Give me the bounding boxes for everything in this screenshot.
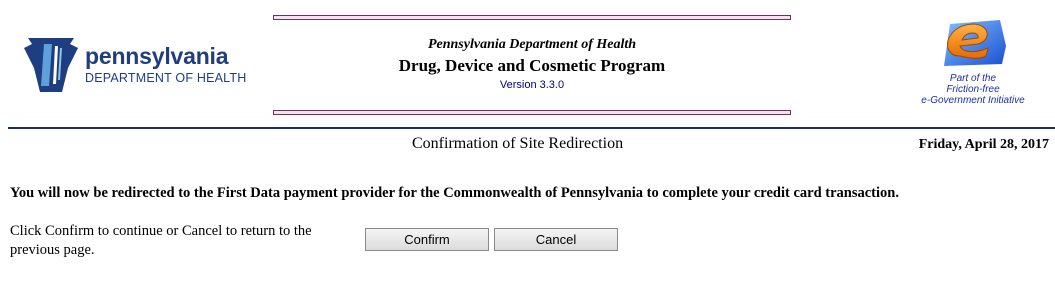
egov-caption: Part of the Friction-free e-Government I… (908, 73, 1038, 106)
egov-caption-line2: Friction-free (946, 84, 1000, 95)
cancel-button[interactable]: Cancel (494, 228, 618, 251)
pa-wordmark: pennsylvania (85, 43, 229, 69)
page-title: Confirmation of Site Redirection (412, 135, 624, 152)
pa-department-of-health-logo: pennsylvania DEPARTMENT OF HEALTH (22, 38, 252, 94)
department-title: Pennsylvania Department of Health (427, 37, 637, 52)
egov-caption-line3: e-Government Initiative (921, 95, 1025, 106)
confirm-button[interactable]: Confirm (365, 228, 489, 251)
e-logo-icon (944, 20, 1006, 66)
program-title-box: Pennsylvania Department of Health Drug, … (273, 15, 791, 118)
redirect-message: You will now be redirected to the First … (10, 185, 899, 201)
current-date: Friday, April 28, 2017 (918, 137, 1049, 152)
program-title: Drug, Device and Cosmetic Program (398, 56, 666, 75)
title-bar-bottom (273, 110, 791, 115)
instructions-text: Click Confirm to continue or Cancel to r… (10, 223, 312, 258)
egov-initiative-logo: Part of the Friction-free e-Government I… (908, 16, 1038, 112)
title-bar-top (273, 15, 791, 20)
version-label: Version 3.3.0 (499, 79, 565, 91)
header-divider (8, 127, 1055, 129)
pa-logo-subtitle: DEPARTMENT OF HEALTH (85, 71, 247, 85)
egov-caption-line1: Part of the (949, 73, 997, 84)
keystone-icon (24, 38, 78, 92)
